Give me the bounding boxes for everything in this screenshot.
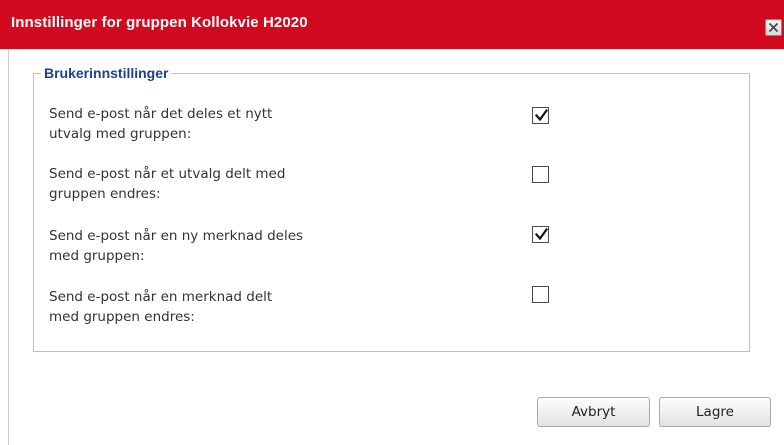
cancel-button[interactable]: Avbryt <box>537 397 650 427</box>
close-icon <box>768 22 779 33</box>
setting-label-line: Send e-post når det deles et nytt <box>49 106 273 122</box>
setting-label-line: Send e-post når en merknad delt <box>49 289 273 305</box>
setting-label-remark-changed: Send e-post når en merknad delt med grup… <box>49 287 369 327</box>
checkbox-new-selection[interactable] <box>532 107 549 124</box>
setting-label-new-selection: Send e-post når det deles et nytt utvalg… <box>49 104 369 144</box>
checkmark-icon <box>534 227 549 241</box>
setting-label-line: utvalg med gruppen: <box>49 126 192 142</box>
checkbox-remark-changed[interactable] <box>532 286 549 303</box>
checkbox-selection-changed[interactable] <box>532 166 549 183</box>
checkbox-new-remark[interactable] <box>532 226 549 243</box>
setting-label-line: gruppen endres: <box>49 186 161 202</box>
setting-label-line: Send e-post når en ny merknad deles <box>49 228 304 244</box>
user-settings-legend: Brukerinnstillinger <box>41 64 172 82</box>
checkmark-icon <box>534 108 549 122</box>
setting-label-line: med gruppen: <box>49 248 145 264</box>
save-button[interactable]: Lagre <box>659 397 771 427</box>
close-button[interactable] <box>765 19 782 36</box>
setting-label-new-remark: Send e-post når en ny merknad deles med … <box>49 226 369 266</box>
dialog-title: Innstillinger for gruppen Kollokvie H202… <box>11 14 308 31</box>
dialog-titlebar[interactable]: Innstillinger for gruppen Kollokvie H202… <box>0 0 784 49</box>
setting-label-selection-changed: Send e-post når et utvalg delt med grupp… <box>49 164 369 204</box>
setting-label-line: Send e-post når et utvalg delt med <box>49 166 286 182</box>
settings-dialog: Innstillinger for gruppen Kollokvie H202… <box>0 0 784 445</box>
setting-label-line: med gruppen endres: <box>49 309 195 325</box>
